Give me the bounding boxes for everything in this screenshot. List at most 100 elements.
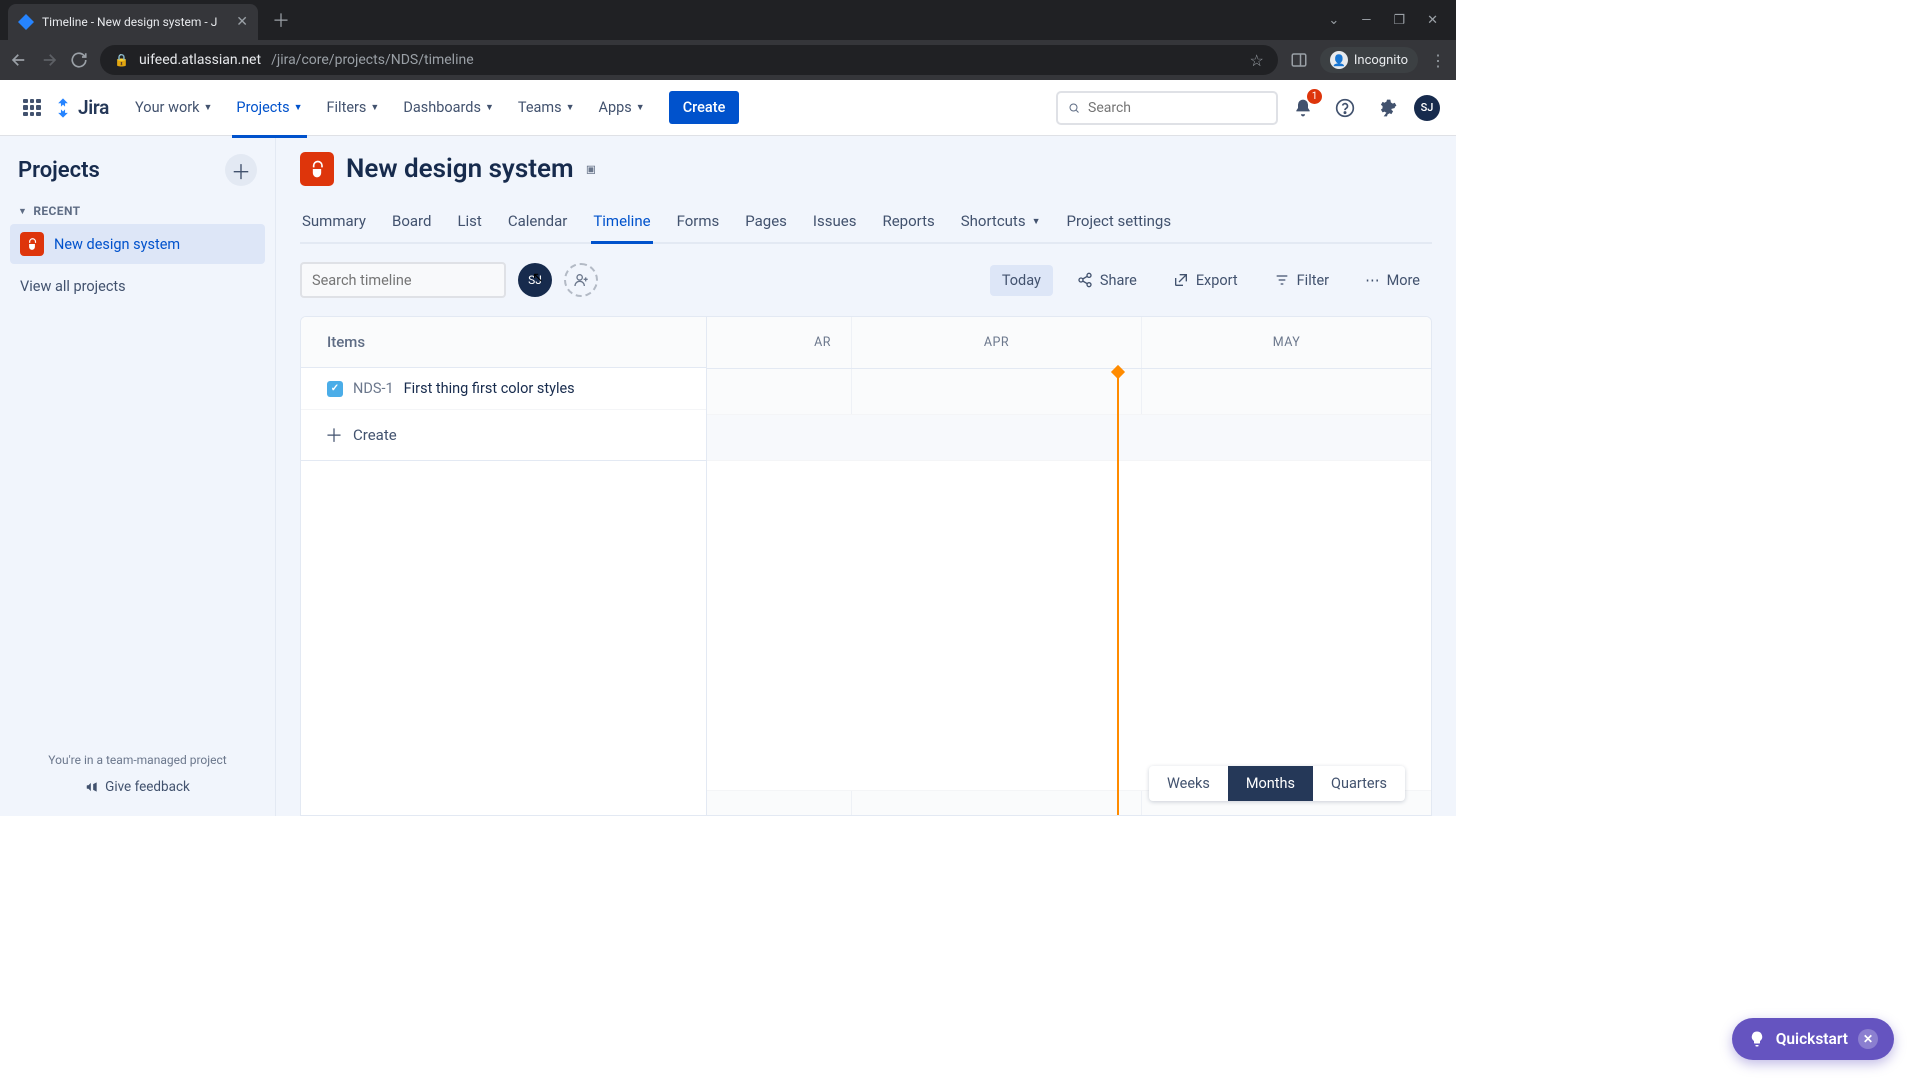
nav-teams[interactable]: Teams▼ (508, 93, 585, 122)
bookmark-icon[interactable]: ☆ (1250, 51, 1264, 70)
tab-timeline[interactable]: Timeline (591, 202, 652, 242)
notifications-button[interactable]: 1 (1286, 91, 1320, 125)
lock-icon: 🔒 (114, 53, 129, 67)
timeline-item-row[interactable]: ✓ NDS-1 First thing first color styles (301, 368, 706, 410)
today-button[interactable]: Today (990, 265, 1053, 296)
minimize-icon[interactable]: — (1361, 13, 1371, 28)
view-all-projects-link[interactable]: View all projects (10, 264, 265, 303)
forward-button[interactable] (40, 51, 58, 69)
quickstart-button[interactable]: Quickstart ✕ (1732, 1018, 1894, 1060)
export-button[interactable]: Export (1161, 265, 1250, 296)
jira-top-nav: Jira Your work▼ Projects▼ Filters▼ Dashb… (0, 80, 1456, 136)
maximize-icon[interactable]: ❐ (1393, 13, 1405, 28)
zoom-control: Weeks Months Quarters (1149, 766, 1405, 801)
create-project-button[interactable]: ＋ (225, 154, 257, 186)
issue-summary: First thing first color styles (404, 380, 575, 397)
project-tabs: Summary Board List Calendar Timeline For… (300, 202, 1432, 244)
pin-icon[interactable]: ◈ (581, 159, 602, 180)
browser-toolbar: 🔒 uifeed.atlassian.net/jira/core/project… (0, 40, 1456, 80)
quickstart-close-icon[interactable]: ✕ (1858, 1029, 1878, 1049)
gantt-row[interactable] (707, 415, 1431, 461)
search-icon (1068, 100, 1080, 116)
tab-pages[interactable]: Pages (743, 202, 789, 242)
tab-search-icon[interactable]: ⌄ (1328, 13, 1339, 28)
tab-board[interactable]: Board (390, 202, 433, 242)
app-switcher-icon[interactable] (16, 92, 48, 124)
tab-shortcuts[interactable]: Shortcuts▼ (959, 202, 1043, 242)
browser-tab-strip: Timeline - New design system - J ✕ ＋ ⌄ —… (0, 0, 1456, 40)
zoom-quarters[interactable]: Quarters (1313, 766, 1405, 801)
plus-icon: ＋ (325, 422, 343, 448)
global-search[interactable] (1056, 91, 1278, 125)
settings-button[interactable] (1370, 91, 1404, 125)
back-button[interactable] (10, 51, 28, 69)
global-search-input[interactable] (1088, 100, 1266, 116)
month-column: MAY (1142, 317, 1431, 368)
timeline-search-input[interactable] (312, 272, 496, 289)
tab-list[interactable]: List (455, 202, 483, 242)
assignee-filter-avatar[interactable]: SJ (518, 263, 552, 297)
tab-issues[interactable]: Issues (811, 202, 859, 242)
add-people-button[interactable] (564, 263, 598, 297)
profile-avatar[interactable]: SJ (1414, 95, 1440, 121)
share-button[interactable]: Share (1065, 265, 1149, 296)
window-controls: ⌄ — ❐ ✕ (1328, 13, 1456, 28)
timeline-create-button[interactable]: ＋ Create (301, 410, 706, 461)
close-tab-icon[interactable]: ✕ (236, 14, 248, 30)
new-tab-button[interactable]: ＋ (258, 7, 304, 33)
url-host: uifeed.atlassian.net (139, 52, 261, 68)
items-header: Items (301, 317, 706, 368)
jira-favicon (18, 14, 34, 30)
filter-button[interactable]: Filter (1262, 265, 1341, 296)
side-panel-icon[interactable] (1290, 51, 1308, 69)
task-icon: ✓ (327, 381, 343, 397)
incognito-label: Incognito (1354, 53, 1408, 68)
jira-logo[interactable]: Jira (52, 96, 109, 119)
gantt-row[interactable] (707, 369, 1431, 415)
chevron-down-icon: ▼ (294, 102, 303, 113)
timeline-search[interactable] (300, 262, 506, 298)
tab-forms[interactable]: Forms (675, 202, 722, 242)
tab-summary[interactable]: Summary (300, 202, 368, 242)
incognito-badge[interactable]: 👤 Incognito (1320, 47, 1418, 73)
close-window-icon[interactable]: ✕ (1427, 13, 1438, 28)
lightbulb-icon (1748, 1030, 1766, 1048)
sidebar-project-item[interactable]: New design system (10, 224, 265, 264)
sidebar-title: Projects (18, 158, 100, 183)
tab-reports[interactable]: Reports (880, 202, 936, 242)
nav-filters[interactable]: Filters▼ (317, 93, 390, 122)
chevron-down-icon: ▼ (1032, 216, 1041, 227)
more-icon: ⋯ (1365, 272, 1380, 289)
help-button[interactable] (1328, 91, 1362, 125)
give-feedback-link[interactable]: Give feedback (85, 779, 190, 795)
browser-menu-icon[interactable]: ⋮ (1430, 51, 1446, 70)
address-bar[interactable]: 🔒 uifeed.atlassian.net/jira/core/project… (100, 45, 1278, 75)
more-button[interactable]: ⋯ More (1353, 265, 1432, 296)
zoom-months[interactable]: Months (1228, 766, 1313, 801)
tab-project-settings[interactable]: Project settings (1065, 202, 1174, 242)
zoom-weeks[interactable]: Weeks (1149, 766, 1228, 801)
timeline-gantt[interactable]: AR APR MAY Weeks Months Quarters (707, 317, 1431, 815)
create-button[interactable]: Create (669, 91, 740, 124)
nav-projects[interactable]: Projects▼ (226, 93, 312, 122)
chevron-down-icon: ▼ (566, 102, 575, 113)
month-column: APR (852, 317, 1142, 368)
chevron-down-icon: ▼ (485, 102, 494, 113)
project-icon (20, 232, 44, 256)
gantt-empty-area[interactable] (707, 461, 1431, 791)
nav-apps[interactable]: Apps▼ (589, 93, 655, 122)
sidebar-recent-toggle[interactable]: ▼ RECENT (10, 198, 265, 224)
reload-button[interactable] (70, 51, 88, 69)
tab-title: Timeline - New design system - J (42, 15, 228, 29)
chevron-down-icon: ▼ (636, 102, 645, 113)
chevron-down-icon: ▼ (204, 102, 213, 113)
tab-calendar[interactable]: Calendar (506, 202, 570, 242)
browser-tab[interactable]: Timeline - New design system - J ✕ (8, 4, 258, 40)
nav-dashboards[interactable]: Dashboards▼ (393, 93, 504, 122)
nav-your-work[interactable]: Your work▼ (125, 93, 222, 122)
timeline-items-column: Items ✓ NDS-1 First thing first color st… (301, 317, 707, 815)
timeline-toolbar: SJ Today Share Export Filter ⋯ More (300, 244, 1432, 316)
megaphone-icon (85, 780, 99, 794)
share-icon (1077, 272, 1093, 288)
url-actions: ☆ (1250, 51, 1264, 70)
